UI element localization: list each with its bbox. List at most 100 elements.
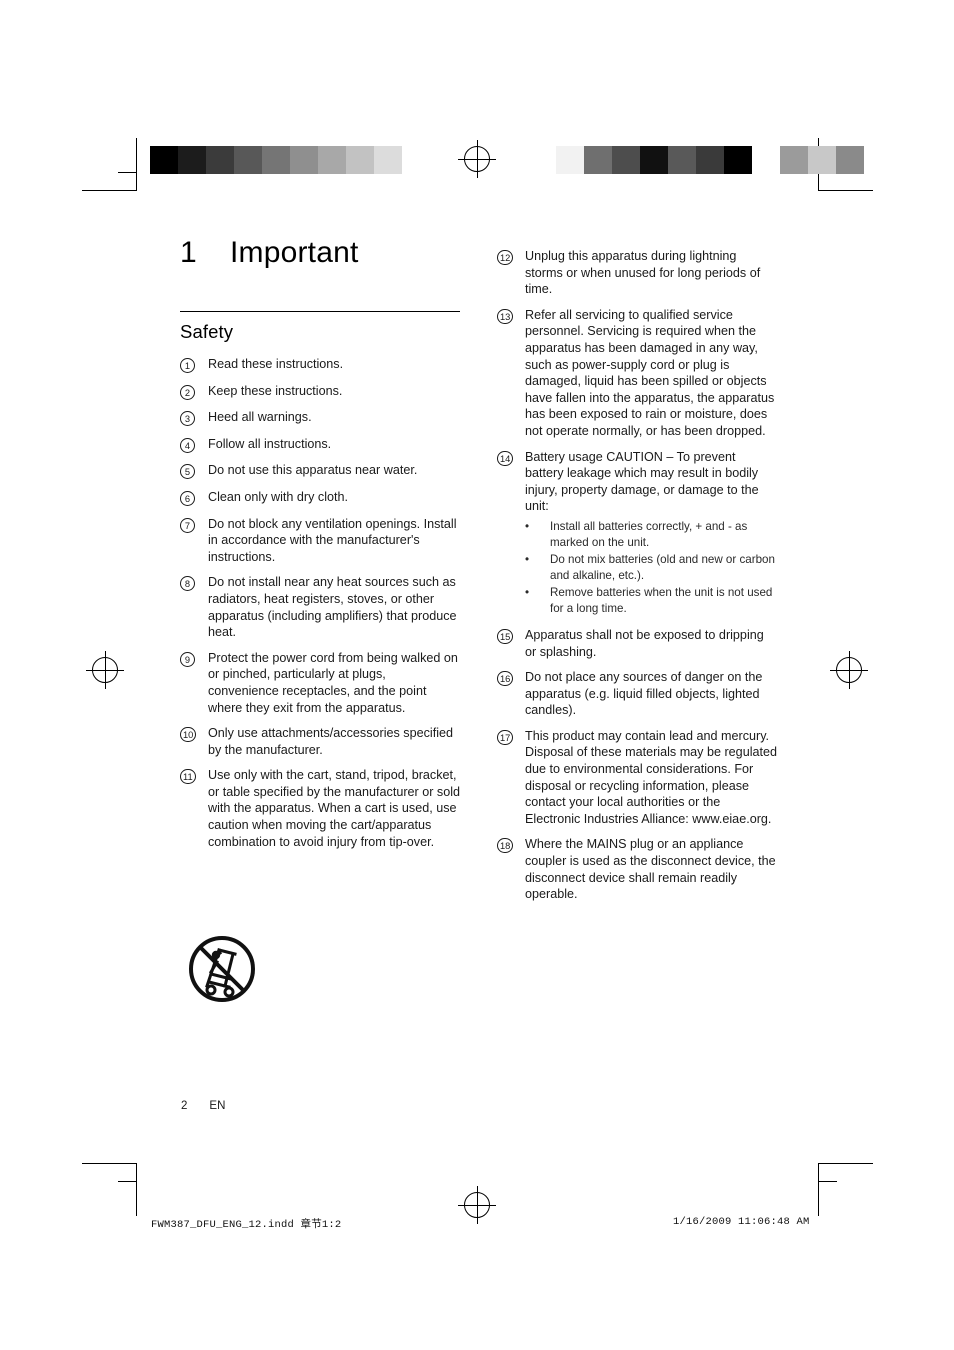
circled-number: 3 [180, 411, 195, 427]
bullet-icon: • [525, 552, 530, 566]
safety-item: 16 Do not place any sources of danger on … [497, 669, 777, 719]
safety-item-text: Unplug this apparatus during lightning s… [525, 248, 777, 298]
circled-number: 2 [180, 384, 195, 400]
color-swatch [640, 146, 668, 174]
color-swatch [178, 146, 206, 174]
safety-item-number: 16 [497, 669, 525, 719]
safety-item-number: 15 [497, 627, 525, 660]
color-bar-right [556, 146, 864, 174]
circled-number: 13 [497, 308, 514, 324]
safety-item-text: Apparatus shall not be exposed to drippi… [525, 627, 777, 660]
language-code: EN [209, 1100, 226, 1112]
circled-number: 7 [180, 517, 195, 533]
color-swatch [234, 146, 262, 174]
color-swatch [374, 146, 402, 174]
safety-subitem-text: Do not mix batteries (old and new or car… [550, 552, 775, 582]
color-swatch [290, 146, 318, 174]
safety-item-body: Unplug this apparatus during lightning s… [525, 249, 761, 297]
safety-item: 8 Do not install near any heat sources su… [180, 574, 460, 640]
safety-item-text: Heed all warnings. [208, 409, 460, 427]
safety-subitem: • Remove batteries when the unit is not u… [525, 585, 777, 617]
safety-item-number: 2 [180, 383, 208, 401]
circled-number: 17 [497, 729, 514, 745]
circled-number: 18 [497, 838, 514, 854]
safety-subitem-list: • Install all batteries correctly, + and … [525, 519, 777, 617]
registration-mark-top [458, 140, 496, 178]
safety-item-number: 11 [180, 767, 208, 850]
safety-item-body: Do not install near any heat sources suc… [208, 575, 457, 640]
chapter-number: 1 [180, 236, 197, 269]
safety-item: 11 Use only with the cart, stand, tripod,… [180, 767, 460, 850]
safety-item-text: Clean only with dry cloth. [208, 489, 460, 507]
right-column: 12 Unplug this apparatus during lightning… [497, 248, 777, 912]
chapter-title: Important [230, 236, 359, 269]
circled-number: 16 [497, 671, 514, 687]
safety-item-text: Do not block any ventilation openings. I… [208, 516, 460, 566]
safety-item: 18 Where the MAINS plug or an appliance c… [497, 836, 777, 902]
page-number: 2 [181, 1100, 188, 1112]
safety-item-text: Protect the power cord from being walked… [208, 650, 460, 716]
footer-timestamp: 1/16/2009 11:06:48 AM [673, 1216, 810, 1228]
safety-item: 17 This product may contain lead and merc… [497, 728, 777, 828]
safety-item: 12 Unplug this apparatus during lightning… [497, 248, 777, 298]
safety-item: 4 Follow all instructions. [180, 436, 460, 454]
safety-list-left: 1 Read these instructions. 2 Keep these ins… [180, 356, 460, 850]
safety-item-number: 12 [497, 248, 525, 298]
bullet-icon: • [525, 585, 530, 599]
color-swatch [584, 146, 612, 174]
color-swatch [836, 146, 864, 174]
chapter-heading: 1 Important [180, 236, 460, 270]
safety-item-number: 6 [180, 489, 208, 507]
safety-item-number: 17 [497, 728, 525, 828]
safety-item-number: 13 [497, 307, 525, 440]
color-swatch [780, 146, 808, 174]
safety-item-text: Refer all servicing to qualified service… [525, 307, 777, 440]
color-swatch [402, 146, 430, 174]
color-swatch [612, 146, 640, 174]
safety-subitem: • Do not mix batteries (old and new or ca… [525, 552, 777, 584]
safety-item-number: 10 [180, 725, 208, 758]
safety-item: 3 Heed all warnings. [180, 409, 460, 427]
safety-item-text: Do not install near any heat sources suc… [208, 574, 460, 640]
safety-item: 14 Battery usage CAUTION – To prevent bat… [497, 449, 777, 618]
safety-item: 10 Only use attachments/accessories speci… [180, 725, 460, 758]
safety-item-body: Battery usage CAUTION – To prevent batte… [525, 449, 759, 514]
folio: 2 EN [181, 1100, 225, 1112]
safety-item-number: 7 [180, 516, 208, 566]
safety-item: 6 Clean only with dry cloth. [180, 489, 460, 507]
safety-item-number: 9 [180, 650, 208, 716]
circled-number: 4 [180, 437, 195, 453]
safety-item-body: Protect the power cord from being walked… [208, 650, 458, 715]
color-swatch [724, 146, 752, 174]
safety-item-body: Refer all servicing to qualified service… [525, 307, 775, 438]
registration-mark-bottom [458, 1186, 496, 1224]
circled-number: 15 [497, 628, 514, 644]
color-swatch [752, 146, 780, 174]
color-swatch [206, 146, 234, 174]
heading-rule [180, 311, 460, 312]
color-swatch [696, 146, 724, 174]
color-swatch [668, 146, 696, 174]
safety-item-body: Follow all instructions. [208, 436, 332, 451]
safety-item-text: Only use attachments/accessories specifi… [208, 725, 460, 758]
safety-item: 1 Read these instructions. [180, 356, 460, 374]
circled-number: 11 [180, 769, 196, 785]
safety-item-text: Where the MAINS plug or an appliance cou… [525, 836, 777, 902]
color-swatch [150, 146, 178, 174]
safety-item-number: 3 [180, 409, 208, 427]
safety-item-text: This product may contain lead and mercur… [525, 728, 777, 828]
safety-item: 9 Protect the power cord from being walke… [180, 650, 460, 716]
safety-item-text: Battery usage CAUTION – To prevent batte… [525, 449, 777, 618]
footer-filename: FWM387_DFU_ENG_12.indd 章节1:2 [151, 1219, 342, 1231]
safety-list-right: 12 Unplug this apparatus during lightning… [497, 248, 777, 903]
color-swatch [556, 146, 584, 174]
safety-item: 13 Refer all servicing to qualified servi… [497, 307, 777, 440]
safety-subitem-text: Remove batteries when the unit is not us… [550, 585, 773, 615]
bullet-icon: • [525, 519, 530, 533]
circled-number: 1 [180, 358, 195, 373]
color-bar-left [150, 146, 430, 174]
circled-number: 5 [180, 464, 195, 480]
left-column: 1 Important Safety 1 Read these instructi… [180, 236, 460, 859]
circled-number: 6 [180, 490, 195, 506]
safety-item-text: Do not place any sources of danger on th… [525, 669, 777, 719]
